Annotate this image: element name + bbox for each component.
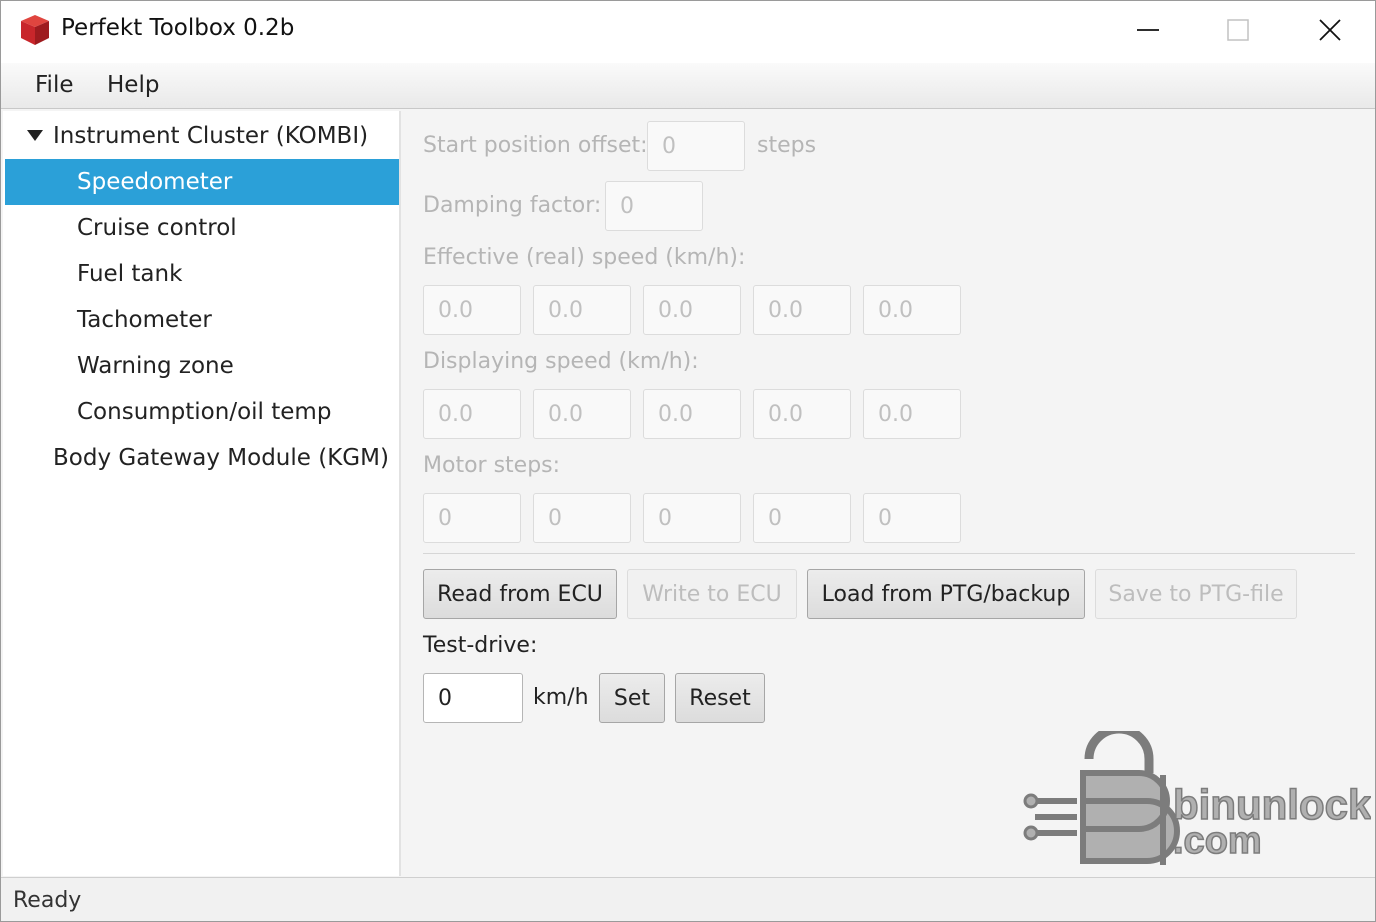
motor-steps-input-1[interactable]: 0 xyxy=(423,493,521,543)
reset-button[interactable]: Reset xyxy=(675,673,765,723)
tree-group-label: Body Gateway Module (KGM) xyxy=(53,445,389,471)
test-drive-speed-input[interactable]: 0 xyxy=(423,673,523,723)
tree-item-warning-zone[interactable]: Warning zone xyxy=(5,343,399,389)
menu-file[interactable]: File xyxy=(35,72,74,98)
read-from-ecu-button[interactable]: Read from ECU xyxy=(423,569,617,619)
status-bar: Ready xyxy=(1,877,1375,921)
close-icon xyxy=(1319,19,1341,41)
title-bar: Perfekt Toolbox 0.2b xyxy=(1,1,1375,63)
motor-steps-label: Motor steps: xyxy=(423,453,561,478)
navigation-tree: Instrument Cluster (KOMBI) Speedometer C… xyxy=(3,111,401,876)
tree-item-consumption-oil-temp[interactable]: Consumption/oil temp xyxy=(5,389,399,435)
tree-item-label: Speedometer xyxy=(77,169,233,195)
tree-item-label: Fuel tank xyxy=(77,261,183,287)
motor-steps-input-5[interactable]: 0 xyxy=(863,493,961,543)
damping-factor-input[interactable]: 0 xyxy=(605,181,703,231)
tree-item-fuel-tank[interactable]: Fuel tank xyxy=(5,251,399,297)
write-to-ecu-button[interactable]: Write to ECU xyxy=(627,569,797,619)
tree-group-kombi[interactable]: Instrument Cluster (KOMBI) xyxy=(5,113,399,159)
tree-item-cruise-control[interactable]: Cruise control xyxy=(5,205,399,251)
tree-item-tachometer[interactable]: Tachometer xyxy=(5,297,399,343)
tree-group-kgm[interactable]: Body Gateway Module (KGM) xyxy=(5,435,399,481)
displaying-speed-input-1[interactable]: 0.0 xyxy=(423,389,521,439)
displaying-speed-input-2[interactable]: 0.0 xyxy=(533,389,631,439)
minimize-button[interactable] xyxy=(1103,1,1193,59)
maximize-icon xyxy=(1227,19,1249,41)
start-offset-label: Start position offset: xyxy=(423,133,648,158)
start-offset-unit: steps xyxy=(757,133,817,158)
expand-arrow-icon[interactable] xyxy=(27,130,43,141)
binunlock-watermark-logo: binunlock .com xyxy=(1023,731,1371,865)
motor-steps-input-2[interactable]: 0 xyxy=(533,493,631,543)
close-button[interactable] xyxy=(1285,1,1375,59)
effective-speed-label: Effective (real) speed (km/h): xyxy=(423,245,746,270)
tree-group-label: Instrument Cluster (KOMBI) xyxy=(53,123,369,149)
displaying-speed-input-4[interactable]: 0.0 xyxy=(753,389,851,439)
displaying-speed-input-3[interactable]: 0.0 xyxy=(643,389,741,439)
displaying-speed-input-5[interactable]: 0.0 xyxy=(863,389,961,439)
effective-speed-input-4[interactable]: 0.0 xyxy=(753,285,851,335)
test-drive-unit: km/h xyxy=(533,685,589,710)
red-cube-icon xyxy=(21,15,49,45)
set-button[interactable]: Set xyxy=(599,673,665,723)
maximize-button[interactable] xyxy=(1193,1,1283,59)
divider xyxy=(423,553,1355,554)
window-title: Perfekt Toolbox 0.2b xyxy=(61,15,295,41)
effective-speed-input-2[interactable]: 0.0 xyxy=(533,285,631,335)
load-from-ptg-button[interactable]: Load from PTG/backup xyxy=(807,569,1085,619)
minimize-icon xyxy=(1137,29,1159,31)
status-text: Ready xyxy=(13,888,82,913)
effective-speed-input-1[interactable]: 0.0 xyxy=(423,285,521,335)
menu-bar: File Help xyxy=(1,63,1375,109)
save-to-ptg-button[interactable]: Save to PTG-file xyxy=(1095,569,1297,619)
damping-factor-label: Damping factor: xyxy=(423,193,602,218)
tree-item-label: Warning zone xyxy=(77,353,234,379)
displaying-speed-label: Displaying speed (km/h): xyxy=(423,349,699,374)
motor-steps-input-3[interactable]: 0 xyxy=(643,493,741,543)
tree-item-label: Cruise control xyxy=(77,215,237,241)
menu-help[interactable]: Help xyxy=(107,72,159,98)
effective-speed-input-5[interactable]: 0.0 xyxy=(863,285,961,335)
tree-item-label: Consumption/oil temp xyxy=(77,399,332,425)
watermark-text-line2: .com xyxy=(1173,820,1262,862)
effective-speed-input-3[interactable]: 0.0 xyxy=(643,285,741,335)
tree-item-speedometer[interactable]: Speedometer xyxy=(5,159,399,205)
tree-item-label: Tachometer xyxy=(77,307,212,333)
test-drive-label: Test-drive: xyxy=(423,633,538,658)
motor-steps-input-4[interactable]: 0 xyxy=(753,493,851,543)
app-window: Perfekt Toolbox 0.2b File Help Instrumen… xyxy=(0,0,1376,922)
start-offset-input[interactable]: 0 xyxy=(647,121,745,171)
